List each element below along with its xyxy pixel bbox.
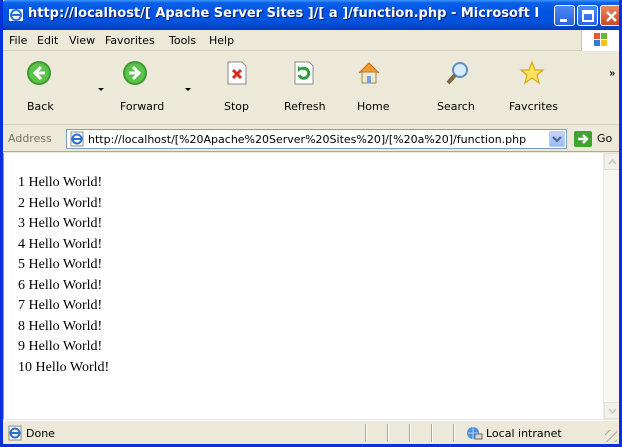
back-button[interactable]: Back bbox=[17, 58, 61, 118]
list-item: 7 Hello World! bbox=[18, 298, 103, 313]
back-dropdown-icon[interactable] bbox=[98, 88, 104, 91]
close-button[interactable] bbox=[600, 5, 619, 26]
page-icon bbox=[70, 131, 84, 147]
scroll-up-button[interactable] bbox=[604, 153, 619, 170]
address-url: http://localhost/[%20Apache%20Server%20S… bbox=[88, 133, 527, 146]
address-input[interactable]: http://localhost/[%20Apache%20Server%20S… bbox=[66, 129, 567, 149]
search-icon bbox=[446, 62, 468, 85]
list-item: 10 Hello World! bbox=[18, 359, 110, 375]
go-button-label[interactable]: Go bbox=[597, 132, 612, 145]
list-item: 3 Hello World! bbox=[18, 216, 103, 231]
refresh-button[interactable]: Refresh bbox=[279, 58, 329, 118]
stop-icon bbox=[227, 61, 247, 85]
status-divider bbox=[365, 424, 366, 442]
list-item: 4 Hello World! bbox=[18, 236, 103, 252]
zone-text: Local intranet bbox=[486, 427, 562, 440]
stop-button[interactable]: Stop bbox=[215, 58, 255, 118]
favorites-star-icon bbox=[519, 60, 545, 85]
toolbar-chevron-icon[interactable]: » bbox=[609, 68, 615, 79]
menu-favorites[interactable]: Favorites bbox=[105, 34, 155, 47]
search-button[interactable]: Search bbox=[433, 58, 483, 118]
title-bar[interactable]: http://localhost/[ Apache Server Sites ]… bbox=[3, 0, 619, 30]
status-divider bbox=[409, 424, 410, 442]
vertical-scrollbar[interactable] bbox=[603, 153, 619, 419]
list-item: 8 Hello World! bbox=[18, 318, 103, 334]
forward-dropdown-icon[interactable] bbox=[185, 88, 191, 91]
list-item: 5 Hello World! bbox=[18, 257, 103, 272]
address-bar: Address http://localhost/[%20Apache%20Se… bbox=[3, 126, 619, 152]
windows-logo-icon bbox=[581, 30, 619, 51]
menu-edit[interactable]: Edit bbox=[37, 34, 58, 47]
window-title: http://localhost/[ Apache Server Sites ]… bbox=[28, 6, 538, 21]
home-button[interactable]: Home bbox=[347, 58, 391, 118]
scroll-down-button[interactable] bbox=[604, 402, 619, 419]
page-content: 1 Hello World! 2 Hello World! 3 Hello Wo… bbox=[3, 153, 603, 419]
forward-arrow-icon bbox=[123, 61, 147, 85]
address-dropdown-button[interactable] bbox=[549, 131, 565, 147]
standard-toolbar: Back Forward Stop Refresh Home Search Fa… bbox=[3, 52, 619, 125]
menu-view[interactable]: View bbox=[69, 34, 95, 47]
status-divider bbox=[431, 424, 432, 442]
back-arrow-icon bbox=[27, 61, 51, 85]
menu-file[interactable]: File bbox=[9, 34, 27, 47]
list-item: 1 Hello World! bbox=[18, 175, 103, 190]
status-text: Done bbox=[26, 427, 55, 440]
ie-window: http://localhost/[ Apache Server Sites ]… bbox=[0, 0, 622, 447]
maximize-button[interactable] bbox=[577, 5, 598, 26]
status-divider bbox=[453, 424, 454, 442]
menu-help[interactable]: Help bbox=[209, 34, 234, 47]
resize-grip[interactable] bbox=[605, 430, 617, 442]
go-arrow-icon[interactable] bbox=[574, 131, 592, 147]
menu-bar: File Edit View Favorites Tools Help bbox=[3, 30, 619, 51]
list-item: 6 Hello World! bbox=[18, 277, 103, 293]
hello-list: 1 Hello World! 2 Hello World! 3 Hello Wo… bbox=[18, 173, 109, 378]
address-label: Address bbox=[8, 132, 52, 145]
home-icon bbox=[358, 62, 380, 84]
favorites-button[interactable]: Favcrites bbox=[501, 58, 563, 118]
menu-tools[interactable]: Tools bbox=[169, 34, 196, 47]
ie-logo-icon bbox=[9, 9, 23, 21]
local-intranet-icon bbox=[467, 427, 483, 440]
minimize-button[interactable] bbox=[554, 5, 575, 26]
status-divider bbox=[387, 424, 388, 442]
refresh-icon bbox=[294, 61, 314, 85]
status-bar: Done Local intranet bbox=[3, 420, 619, 444]
list-item: 2 Hello World! bbox=[18, 195, 103, 211]
forward-button[interactable]: Forward bbox=[113, 58, 173, 118]
page-done-icon bbox=[8, 425, 22, 441]
list-item: 9 Hello World! bbox=[18, 339, 103, 354]
